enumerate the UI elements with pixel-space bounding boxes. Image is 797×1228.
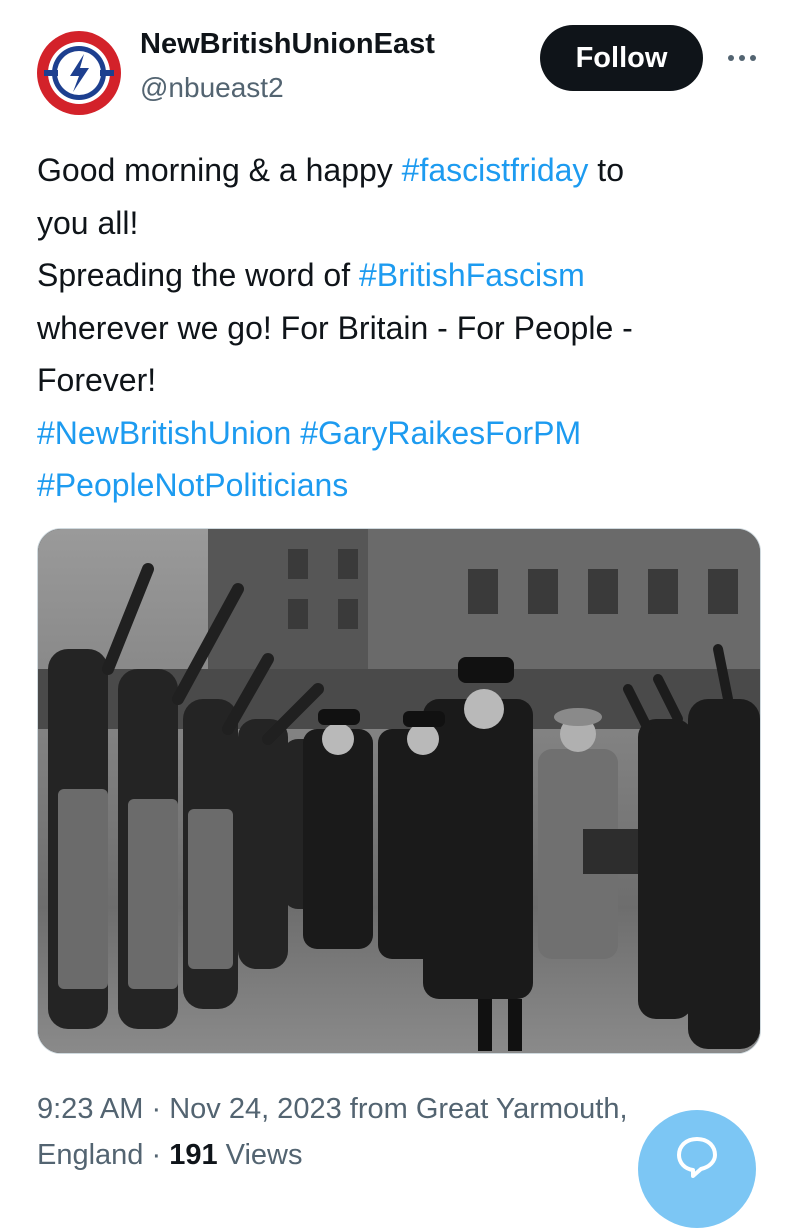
tweet-line: Forever! bbox=[37, 354, 757, 407]
follow-button[interactable]: Follow bbox=[540, 25, 703, 91]
hashtag-link[interactable]: #BritishFascism bbox=[359, 257, 585, 293]
avatar[interactable] bbox=[36, 30, 122, 116]
tweet-line: #PeopleNotPoliticians bbox=[37, 459, 757, 512]
tweet-text-segment: Spreading the word of bbox=[37, 257, 359, 293]
tweet-line: #NewBritishUnion #GaryRaikesForPM bbox=[37, 407, 757, 460]
display-name[interactable]: NewBritishUnionEast bbox=[140, 28, 435, 61]
separator: · bbox=[143, 1093, 170, 1125]
separator: · bbox=[143, 1139, 170, 1171]
more-dots-icon[interactable] bbox=[722, 38, 762, 78]
tweet-text-segment: Forever! bbox=[37, 362, 157, 398]
location: from Great Yarmouth, bbox=[341, 1093, 628, 1125]
hashtag-link[interactable]: #GaryRaikesForPM bbox=[300, 415, 581, 451]
tweet-text-segment: you all! bbox=[37, 204, 139, 241]
tweet-photo[interactable] bbox=[37, 528, 761, 1054]
hashtag-link[interactable]: #fascistfriday bbox=[402, 152, 589, 188]
tweet-text-segment: wherever we go! For Britain - For People… bbox=[37, 309, 633, 346]
location-country: England bbox=[37, 1139, 144, 1171]
user-handle[interactable]: @nbueast2 bbox=[140, 72, 284, 104]
tweet-text-segment: to bbox=[588, 152, 624, 188]
hashtag-link[interactable]: #PeopleNotPoliticians bbox=[37, 467, 348, 503]
tweet-header: NewBritishUnionEast @nbueast2 Follow bbox=[0, 0, 797, 120]
tweet-time[interactable]: 9:23 AM bbox=[37, 1093, 143, 1125]
views-label[interactable]: Views bbox=[218, 1139, 303, 1171]
reply-fab-button[interactable] bbox=[638, 1110, 756, 1228]
tweet-text-segment: Good morning & a happy bbox=[37, 152, 402, 188]
reply-bubble-icon bbox=[677, 1137, 717, 1178]
tweet-text: Good morning & a happy #fascistfriday to… bbox=[37, 144, 757, 512]
lightning-circle-logo-icon bbox=[37, 31, 121, 115]
timestamp-line: 9:23 AM · Nov 24, 2023 from Great Yarmou… bbox=[37, 1086, 757, 1132]
hashtag-link[interactable]: #NewBritishUnion bbox=[37, 415, 291, 451]
tweet-line: wherever we go! For Britain - For People… bbox=[37, 302, 757, 355]
views-count[interactable]: 191 bbox=[169, 1139, 217, 1171]
tweet-line: Spreading the word of #BritishFascism bbox=[37, 249, 757, 302]
tweet-date[interactable]: Nov 24, 2023 bbox=[169, 1093, 342, 1125]
tweet-line: you all! bbox=[37, 197, 757, 250]
tweet-line: Good morning & a happy #fascistfriday to bbox=[37, 144, 757, 197]
historic-march-photo bbox=[38, 529, 760, 1053]
